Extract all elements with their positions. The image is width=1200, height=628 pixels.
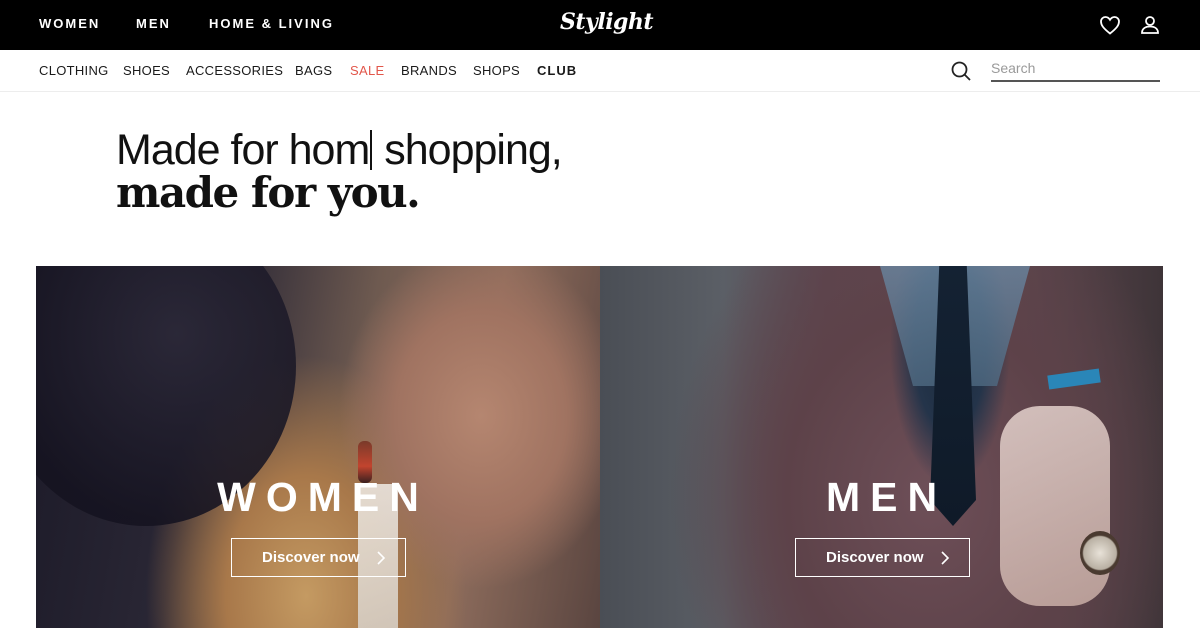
category-shops[interactable]: SHOPS (473, 63, 520, 78)
category-sale[interactable]: SALE (350, 63, 384, 78)
top-nav-home-living[interactable]: HOME & LIVING (209, 16, 334, 31)
search-icon[interactable] (949, 59, 973, 83)
user-icon[interactable] (1138, 13, 1162, 37)
top-nav-women[interactable]: WOMEN (39, 16, 100, 31)
logo[interactable]: Stylight (560, 9, 654, 35)
discover-men-button[interactable]: Discover now (795, 538, 970, 577)
top-nav-bar: WOMEN MEN HOME & LIVING Stylight (0, 0, 1200, 50)
discover-women-button[interactable]: Discover now (231, 538, 406, 577)
category-bags[interactable]: BAGS (295, 63, 332, 78)
category-clothing[interactable]: CLOTHING (39, 63, 109, 78)
heart-icon[interactable] (1098, 13, 1122, 37)
hero-men-image-pocket-square (1047, 368, 1101, 390)
headline-line-2: made for you. (116, 168, 421, 217)
chevron-right-icon (941, 551, 950, 565)
category-club[interactable]: CLUB (537, 63, 577, 78)
hero-men-panel[interactable]: MEN Discover now (600, 266, 1163, 628)
top-nav-men[interactable]: MEN (136, 16, 171, 31)
discover-men-label: Discover now (826, 549, 924, 566)
category-nav: CLOTHING SHOES ACCESSORIES BAGS SALE BRA… (0, 50, 1200, 92)
hero-men-image-watch (1080, 531, 1120, 575)
headline-rest-text: shopping, (373, 126, 563, 174)
category-accessories[interactable]: ACCESSORIES (186, 63, 283, 78)
headline-typed-text: Made for hom (116, 126, 370, 174)
chevron-right-icon (377, 551, 386, 565)
text-cursor (370, 130, 373, 170)
hero-men-title: MEN (825, 474, 948, 520)
hero-women-title: WOMEN (217, 474, 429, 520)
discover-women-label: Discover now (262, 549, 360, 566)
hero-women-panel[interactable]: WOMEN Discover now (36, 266, 600, 628)
category-brands[interactable]: BRANDS (401, 63, 457, 78)
search-input[interactable] (991, 58, 1160, 82)
category-shoes[interactable]: SHOES (123, 63, 170, 78)
